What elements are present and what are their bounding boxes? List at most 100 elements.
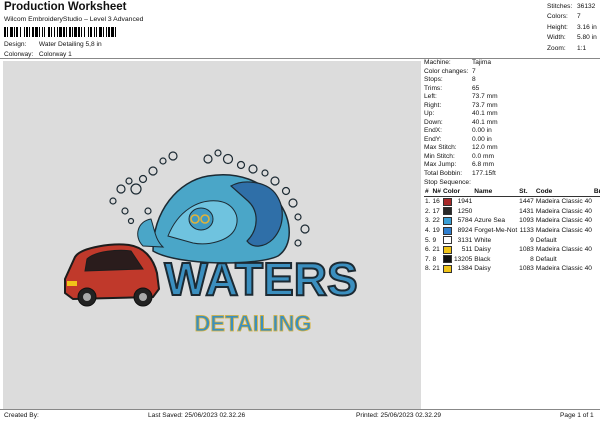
stop-sequence-table: #N#ColorNameSt.CodeBrand 1.1619411447Mad… — [424, 187, 600, 274]
machine-info-row: Stops: 8 — [424, 76, 600, 85]
machine-info-row: Left: 73.7 mm — [424, 93, 600, 102]
machine-info-row: Machine: Tajima — [424, 59, 600, 68]
info-value: 8 — [472, 76, 476, 83]
stat-row: Width: 5.80 in — [547, 33, 600, 43]
info-value: 12.0 mm — [472, 144, 498, 151]
machine-info-row: EndX: 0.00 in — [424, 127, 600, 136]
cell-needle: 17 — [432, 207, 440, 215]
info-value: 0.00 in — [472, 135, 492, 143]
cell-color-number: 5784 — [457, 217, 473, 225]
cell-stitches: 1447 — [519, 198, 534, 206]
info-label: Max Stitch: — [424, 144, 457, 151]
table-row: 3. 22 5784 Azure Sea 1093 Madeira Classic 40 — [424, 216, 600, 226]
cell-swatch — [442, 245, 453, 255]
color-swatch-icon — [442, 264, 452, 273]
info-value: 65 — [472, 84, 480, 92]
cell-needle: 8 — [432, 255, 437, 263]
stat-row: Colors: 7 — [547, 12, 600, 22]
machine-info-panel: Machine: Tajima Color changes: 7 Stops: 8 Trim… — [424, 59, 600, 274]
info-value: 0.0 mm — [472, 152, 494, 160]
design-value: Water Detailing 5,8 in — [38, 41, 102, 48]
info-label: Machine: — [424, 59, 451, 66]
column-header: St. — [518, 187, 535, 197]
footer-last-saved: Last Saved: 25/06/2023 02.32.26 — [148, 412, 246, 419]
machine-info-list: Machine: Tajima Color changes: 7 Stops: 8 Trim… — [424, 59, 600, 178]
info-label: EndX: — [424, 127, 442, 134]
color-swatch-icon — [442, 236, 452, 245]
cell-name: Daisy — [474, 265, 491, 273]
cell-color-number: 1941 — [457, 198, 473, 206]
cell-index: 4. — [425, 227, 431, 235]
cell-index: 2. — [425, 207, 431, 215]
stat-row: Stitches: 36132 — [547, 2, 600, 12]
stat-label: Zoom: — [547, 44, 566, 52]
embroidery-design: WATERS DETAILING — [64, 149, 359, 336]
cell-swatch — [442, 264, 453, 274]
stat-label: Width: — [547, 34, 566, 42]
cell-stitches: 9 — [530, 236, 534, 244]
red-car-illustration — [64, 243, 161, 307]
cell-stitches: 1133 — [519, 227, 534, 235]
stat-label: Height: — [547, 23, 568, 31]
machine-info-row: EndY: 0.00 in — [424, 136, 600, 145]
cell-swatch — [442, 226, 453, 236]
design-label: Design: — [4, 41, 27, 48]
footer-created-by: Created By: — [4, 412, 39, 419]
cell-name — [473, 207, 518, 217]
info-value: 177.15ft — [472, 169, 496, 177]
color-swatch-icon — [442, 255, 452, 264]
info-label: Min Stitch: — [424, 152, 455, 160]
stat-value: 1:1 — [577, 44, 587, 52]
cell-color-number: 8924 — [457, 227, 473, 235]
table-row: 6. 21 511 Daisy 1083 Madeira Classic 40 — [424, 245, 600, 255]
color-swatch-icon — [442, 216, 452, 225]
column-header: Color — [441, 187, 474, 197]
design-stats: Stitches: 36132 Colors: 7 Height: 3.16 in Widt… — [547, 2, 600, 54]
cell-stitches: 1083 — [519, 265, 534, 273]
info-label: Trims: — [424, 84, 443, 92]
info-value: 40.1 mm — [472, 110, 498, 117]
column-header: Name — [473, 187, 519, 197]
info-label: Max Jump: — [424, 161, 457, 168]
cell-swatch — [442, 207, 453, 217]
stat-value: 7 — [577, 13, 581, 21]
footer-page-number: Page 1 of 1 — [560, 412, 594, 419]
page-title: Production Worksheet — [4, 1, 127, 13]
stat-value: 3.16 in — [577, 23, 597, 31]
machine-info-row: Color changes: 7 — [424, 68, 600, 77]
info-label: Total Bobbin: — [424, 169, 463, 177]
cell-swatch — [442, 255, 453, 265]
info-value: 6.8 mm — [472, 161, 494, 168]
barcode — [4, 27, 116, 37]
info-label: Left: — [424, 93, 437, 100]
info-label: Color changes: — [424, 67, 469, 75]
machine-info-row: Up: 40.1 mm — [424, 110, 600, 119]
cell-color-number: 511 — [461, 246, 473, 254]
cell-index: 5. — [425, 236, 431, 244]
info-value: 73.7 mm — [472, 93, 498, 100]
table-row: 1. 16 1941 1447 Madeira Classic 40 — [424, 197, 600, 207]
cell-name: White — [474, 236, 492, 244]
table-row: 4. 19 8924 Forget-Me-Not 1133 Madeira Classic… — [424, 226, 600, 236]
cell-needle: 21 — [432, 265, 440, 273]
cell-swatch — [442, 197, 453, 207]
wave-character-illustration — [137, 174, 290, 264]
footer-divider — [0, 409, 600, 410]
table-row: 2. 17 1250 1431 Madeira Classic 40 — [424, 207, 600, 217]
stat-row: Height: 3.16 in — [547, 23, 600, 33]
cell-stitches: 1093 — [519, 217, 534, 225]
design-preview: WATERS DETAILING — [3, 61, 421, 409]
cell-index: 3. — [425, 217, 431, 225]
cell-name: Daisy — [474, 246, 491, 254]
cell-brand: Madeira Classic 40 — [535, 227, 592, 235]
cell-brand: Madeira Classic 40 — [535, 198, 592, 206]
cell-color-number: 3131 — [457, 236, 473, 244]
machine-info-row: Right: 73.7 mm — [424, 102, 600, 111]
info-value: 0.00 in — [472, 127, 492, 134]
stop-sequence-header: #N#ColorNameSt.CodeBrand — [424, 187, 600, 197]
table-row: 8. 21 1384 Daisy 1083 Madeira Classic 40 — [424, 264, 600, 274]
machine-info-row: Down: 40.1 mm — [424, 119, 600, 128]
cell-stitches: 1083 — [519, 246, 534, 254]
info-label: Stops: — [424, 76, 443, 83]
stat-value: 5.80 in — [577, 34, 597, 42]
